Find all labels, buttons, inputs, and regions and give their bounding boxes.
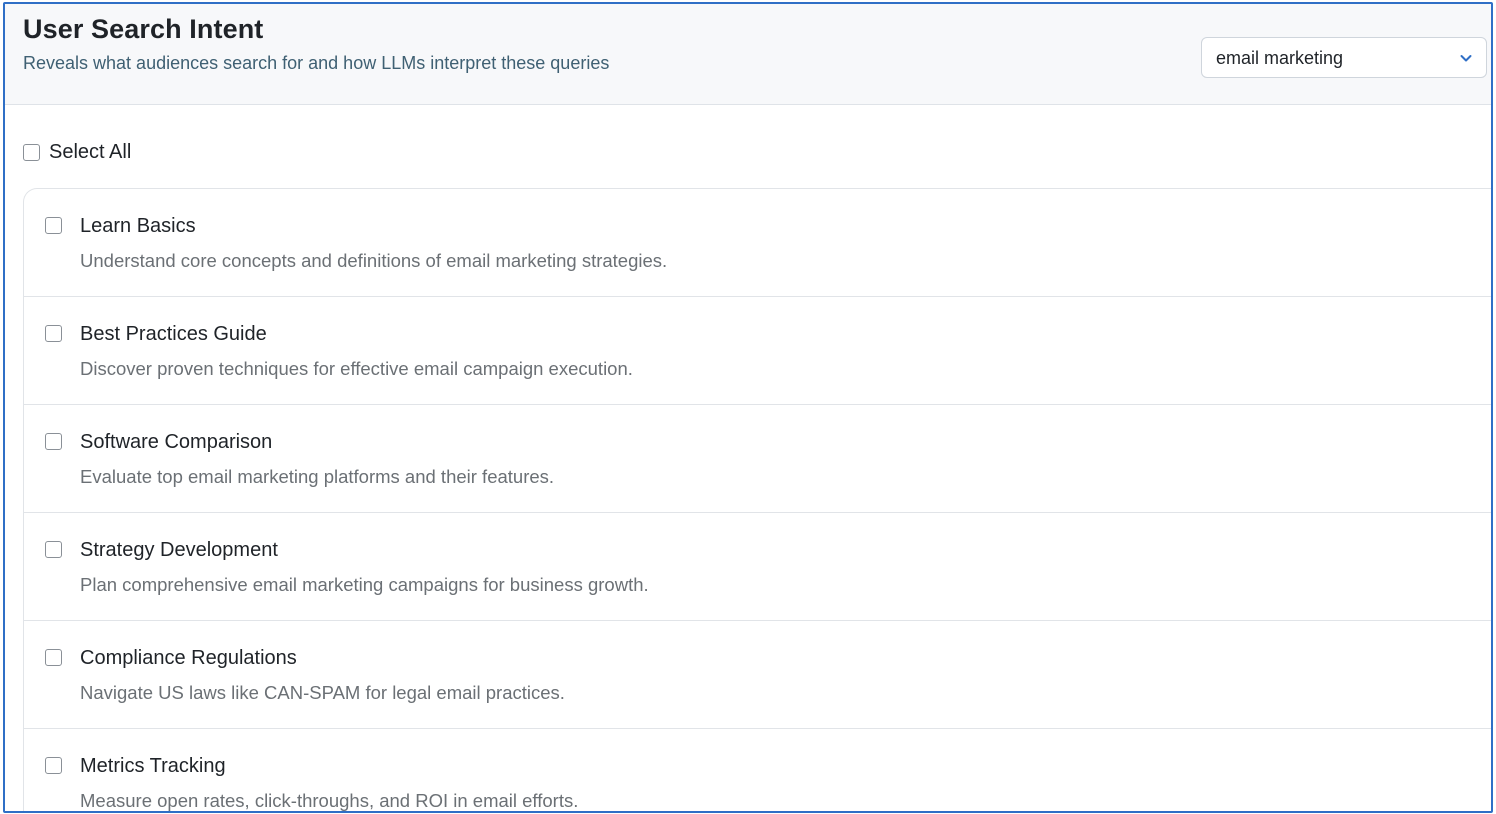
- intent-description: Navigate US laws like CAN-SPAM for legal…: [80, 682, 565, 703]
- chevron-down-icon: [1460, 55, 1472, 62]
- intent-title: Strategy Development: [80, 539, 278, 561]
- intent-title: Best Practices Guide: [80, 323, 267, 345]
- intent-checkbox[interactable]: [45, 649, 62, 666]
- panel-header: User Search Intent Reveals what audience…: [5, 4, 1491, 105]
- intent-checkbox[interactable]: [45, 217, 62, 234]
- intent-list: Learn Basics Understand core concepts an…: [23, 188, 1491, 811]
- search-intent-panel: User Search Intent Reveals what audience…: [3, 2, 1493, 813]
- intent-checkbox[interactable]: [45, 541, 62, 558]
- select-all-control[interactable]: Select All: [23, 140, 131, 164]
- select-all-label: Select All: [49, 140, 132, 163]
- intent-title: Software Comparison: [80, 431, 273, 453]
- intent-item-strategy-development[interactable]: Strategy Development Plan comprehensive …: [24, 513, 1491, 621]
- intent-item-best-practices-guide[interactable]: Best Practices Guide Discover proven tec…: [24, 297, 1491, 405]
- topic-select-value: email marketing: [1216, 48, 1344, 68]
- intent-item-compliance-regulations[interactable]: Compliance Regulations Navigate US laws …: [24, 621, 1491, 729]
- intent-checkbox[interactable]: [45, 325, 62, 342]
- select-all-checkbox[interactable]: [23, 143, 40, 161]
- intent-checkbox[interactable]: [45, 433, 62, 450]
- intent-title: Learn Basics: [80, 215, 196, 237]
- intent-title: Metrics Tracking: [80, 755, 226, 777]
- intent-item-learn-basics[interactable]: Learn Basics Understand core concepts an…: [24, 189, 1491, 297]
- intent-description: Plan comprehensive email marketing campa…: [80, 574, 649, 595]
- intent-item-software-comparison[interactable]: Software Comparison Evaluate top email m…: [24, 405, 1491, 513]
- intent-description: Understand core concepts and definitions…: [80, 250, 668, 271]
- intent-item-metrics-tracking[interactable]: Metrics Tracking Measure open rates, cli…: [24, 729, 1491, 811]
- intent-description: Evaluate top email marketing platforms a…: [80, 466, 555, 487]
- intent-checkbox[interactable]: [45, 757, 62, 774]
- page-title: User Search Intent: [23, 14, 264, 44]
- page-subtitle: Reveals what audiences search for and ho…: [23, 53, 610, 73]
- intent-description: Measure open rates, click-throughs, and …: [80, 790, 579, 811]
- intent-description: Discover proven techniques for effective…: [80, 358, 633, 379]
- topic-select[interactable]: email marketing: [1201, 37, 1487, 78]
- intent-title: Compliance Regulations: [80, 647, 297, 669]
